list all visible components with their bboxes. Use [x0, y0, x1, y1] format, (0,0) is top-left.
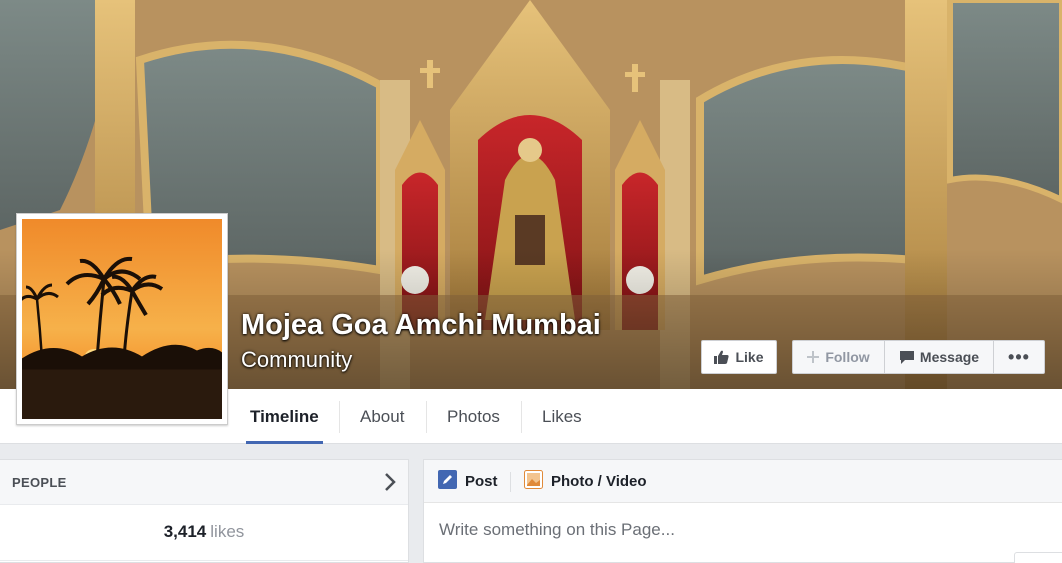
composer-tab-photo-video[interactable]: Photo / Video: [524, 460, 647, 503]
people-header[interactable]: PEOPLE: [0, 460, 408, 505]
chevron-right-icon[interactable]: [384, 473, 396, 496]
people-title: PEOPLE: [12, 474, 67, 490]
composer-tab-post[interactable]: Post: [438, 460, 498, 503]
people-likes-summary[interactable]: 3,414 likes: [0, 522, 408, 542]
more-dots-icon: •••: [1008, 346, 1030, 367]
tab-timeline[interactable]: Timeline: [246, 389, 323, 444]
more-button[interactable]: •••: [993, 340, 1045, 374]
composer-tab-post-label: Post: [465, 473, 498, 490]
people-card: PEOPLE 3,414 likes: [0, 459, 409, 563]
page-name[interactable]: Mojea Goa Amchi Mumbai: [241, 309, 601, 342]
composer-tabs: Post Photo / Video: [424, 460, 1062, 503]
post-composer: Post Photo / Video Write something on th…: [423, 459, 1062, 563]
plus-icon: [807, 351, 820, 363]
thumbs-up-icon: [714, 350, 730, 364]
profile-image: [22, 219, 222, 419]
message-label: Message: [919, 349, 980, 365]
message-bubble-icon: [899, 350, 914, 364]
tab-photos[interactable]: Photos: [443, 389, 504, 444]
profile-picture[interactable]: [16, 213, 228, 425]
tab-divider: [339, 401, 340, 433]
message-button[interactable]: Message: [884, 340, 994, 374]
composer-tab-photo-video-label: Photo / Video: [551, 473, 647, 490]
tab-likes[interactable]: Likes: [538, 389, 586, 444]
composer-tab-divider: [510, 472, 511, 492]
tab-divider: [521, 401, 522, 433]
composer-input[interactable]: Write something on this Page...: [439, 520, 675, 540]
like-button[interactable]: Like: [701, 340, 777, 374]
like-label: Like: [735, 349, 764, 365]
page-category[interactable]: Community: [241, 347, 352, 373]
follow-button[interactable]: Follow: [792, 340, 884, 374]
pencil-icon: [438, 470, 457, 493]
likes-count: 3,414: [163, 522, 207, 541]
tab-divider: [426, 401, 427, 433]
follow-label: Follow: [825, 349, 870, 365]
likes-label: likes: [210, 522, 245, 541]
composer-corner-element[interactable]: [1014, 552, 1062, 563]
people-divider: [0, 560, 408, 561]
tab-about[interactable]: About: [356, 389, 408, 444]
photo-icon: [524, 470, 543, 493]
